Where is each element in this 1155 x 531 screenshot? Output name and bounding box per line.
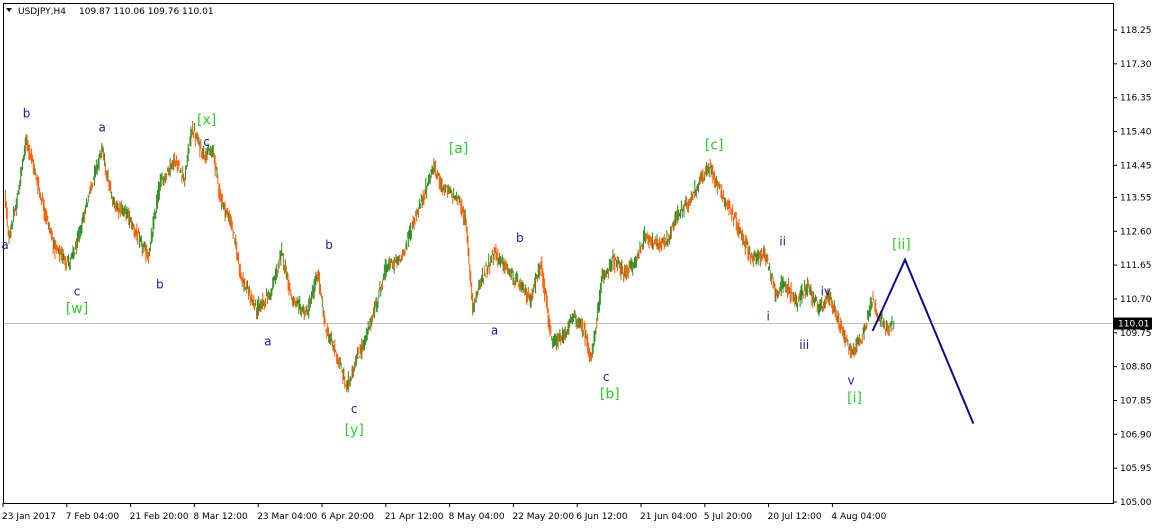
wave-label-blue: b	[156, 277, 164, 291]
wave-label-blue: a	[491, 324, 498, 338]
wave-label-green: [i]	[847, 390, 862, 406]
y-tick-label: 106.90	[1120, 430, 1152, 440]
y-tick-label: 105.95	[1120, 464, 1152, 474]
x-tick-label: 6 Apr 20:00	[321, 512, 374, 522]
y-tick-label: 109.75	[1120, 329, 1152, 339]
wave-label-blue: i	[767, 309, 770, 323]
wave-label-blue: c	[203, 135, 210, 149]
y-tick-label: 117.30	[1120, 60, 1152, 70]
wave-label-green: [y]	[345, 422, 364, 438]
wave-label-blue: ii	[779, 235, 786, 249]
current-price-label: 110.01	[1118, 320, 1150, 330]
wave-label-green: [a]	[449, 141, 469, 157]
y-tick-label: 114.45	[1120, 161, 1152, 171]
y-tick-label: 116.35	[1120, 94, 1152, 104]
y-tick-label: 115.40	[1120, 128, 1152, 138]
wave-label-blue: a	[99, 121, 106, 135]
wave-label-blue: v	[847, 373, 854, 387]
wave-label-blue: iii	[799, 338, 809, 352]
x-tick-label: 21 Jun 04:00	[640, 512, 697, 522]
y-tick-label: 110.70	[1120, 295, 1152, 305]
wave-label-green: [w]	[66, 301, 88, 317]
x-tick-label: 8 Mar 12:00	[193, 512, 248, 522]
x-tick-label: 8 May 04:00	[449, 512, 505, 522]
wave-label-green: [x]	[197, 112, 216, 128]
chart-background	[0, 0, 1155, 527]
chart-area[interactable]: USDJPY,H4 109.87 110.06 109.76 110.01 a b…	[0, 0, 1155, 527]
price-chart[interactable]: USDJPY,H4 109.87 110.06 109.76 110.01 a b…	[0, 0, 1155, 527]
x-tick-label: 20 Jul 12:00	[768, 512, 822, 522]
wave-label-blue: b	[325, 238, 333, 252]
y-tick-label: 113.55	[1120, 193, 1152, 203]
wave-label-blue: c	[603, 370, 610, 384]
x-tick-label: 21 Feb 20:00	[130, 512, 189, 522]
y-tick-label: 118.25	[1120, 26, 1152, 36]
wave-label-blue: a	[1, 238, 8, 252]
y-tick-label: 105.00	[1120, 498, 1152, 508]
wave-label-blue: b	[23, 106, 31, 120]
x-tick-label: 21 Apr 12:00	[385, 512, 444, 522]
y-tick-label: 108.80	[1120, 363, 1152, 373]
x-tick-label: 5 Jul 20:00	[704, 512, 753, 522]
wave-label-green: [ii]	[892, 237, 911, 253]
x-tick-label: 4 Aug 04:00	[831, 512, 886, 522]
wave-label-blue: c	[351, 402, 358, 416]
y-tick-label: 107.85	[1120, 396, 1152, 406]
wave-label-green: [b]	[600, 387, 620, 403]
x-tick-label: 7 Feb 04:00	[66, 512, 120, 522]
current-price-tag-layer: 110.01	[1114, 317, 1152, 330]
x-tick-label: 22 May 20:00	[512, 512, 574, 522]
wave-label-blue: c	[74, 284, 81, 298]
symbol-label: USDJPY,H4	[18, 7, 66, 17]
ohlc-readout: 109.87 110.06 109.76 110.01	[79, 7, 214, 17]
y-tick-label: 111.65	[1120, 261, 1152, 271]
wave-label-blue: a	[264, 334, 271, 348]
wave-label-blue: iv	[821, 284, 831, 298]
y-tick-label: 112.60	[1120, 227, 1152, 237]
x-tick-label: 23 Mar 04:00	[257, 512, 317, 522]
wave-label-green: [c]	[705, 137, 724, 153]
wave-label-blue: b	[516, 231, 524, 245]
x-tick-label: 23 Jan 2017	[2, 512, 56, 522]
x-tick-label: 6 Jun 12:00	[576, 512, 628, 522]
